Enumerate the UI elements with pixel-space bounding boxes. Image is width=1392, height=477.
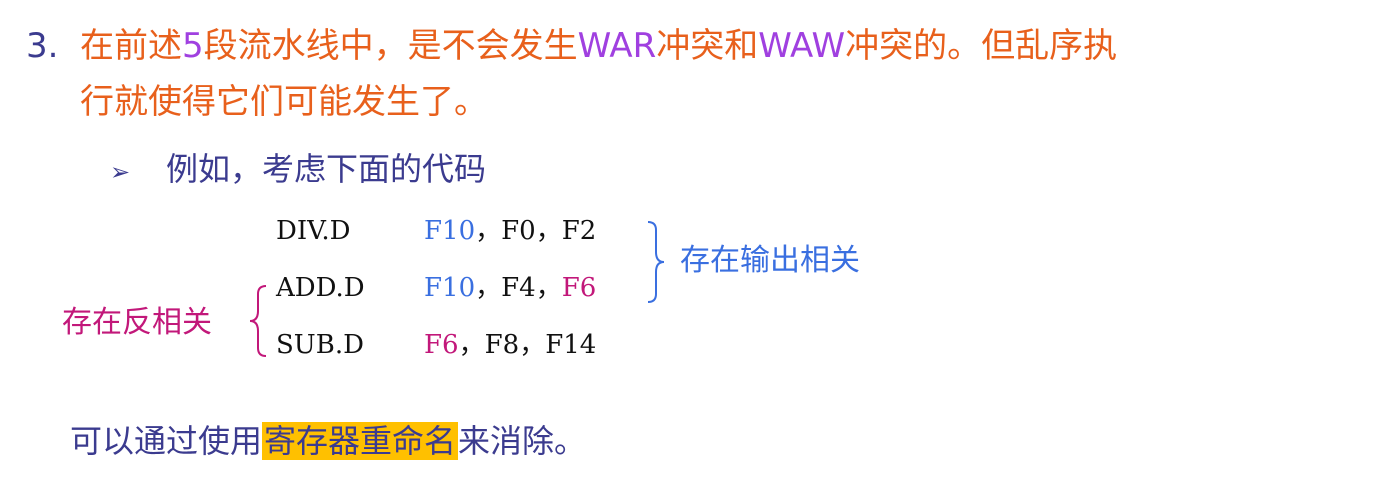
point-text-war: WAR xyxy=(577,26,657,66)
code-register: F0 xyxy=(501,216,536,246)
code-separator: ， xyxy=(535,216,562,246)
annotation-anti-dependence: 存在反相关 xyxy=(62,305,212,340)
code-register: F14 xyxy=(545,330,597,360)
code-separator: ， xyxy=(475,216,502,246)
point-text-segment: 在前述 xyxy=(80,26,182,66)
bottom-text-prefix: 可以通过使用 xyxy=(70,422,263,460)
point-number: 3. xyxy=(26,26,59,66)
code-line-add: ADD.D F10，F4，F6 xyxy=(276,270,596,306)
code-register: F2 xyxy=(561,216,597,246)
point-text-number: 5 xyxy=(182,26,204,66)
bullet-arrow-icon: ➢ xyxy=(110,158,131,186)
bottom-text-suffix: 来消除。 xyxy=(458,422,587,460)
code-register: F10 xyxy=(424,273,476,303)
code-register: F4 xyxy=(501,273,536,303)
code-register: F10 xyxy=(424,216,476,246)
point-line-2: 行就使得它们可能发生了。 xyxy=(80,82,488,122)
point-line-1: 在前述5段流水线中，是不会发生WAR冲突和WAW冲突的。但乱序执 xyxy=(80,22,1117,70)
point-text-segment: 段流水线中，是不会发生 xyxy=(203,26,578,66)
code-opcode: ADD.D xyxy=(276,273,365,303)
code-opcode: SUB.D xyxy=(276,330,364,360)
code-register: F6 xyxy=(561,273,597,303)
annotation-output-dependence: 存在输出相关 xyxy=(680,243,860,278)
slide: 3. 在前述5段流水线中，是不会发生WAR冲突和WAW冲突的。但乱序执 行就使得… xyxy=(0,0,1392,477)
bottom-statement: 可以通过使用寄存器重命名来消除。 xyxy=(70,418,586,464)
code-register: F6 xyxy=(424,330,459,360)
point-text-segment: 冲突的。但乱序执 xyxy=(845,26,1118,66)
code-separator: ， xyxy=(475,273,502,303)
left-brace-icon xyxy=(249,285,267,357)
sub-bullet: ➢ 例如，考虑下面的代码 xyxy=(110,146,486,195)
code-separator: ， xyxy=(519,330,546,360)
code-line-div: DIV.D F10，F0，F2 xyxy=(276,213,596,249)
code-opcode: DIV.D xyxy=(276,216,351,246)
code-separator: ， xyxy=(458,330,485,360)
right-brace-icon xyxy=(647,221,665,303)
point-text-waw: WAW xyxy=(758,26,846,66)
code-line-sub: SUB.D F6，F8，F14 xyxy=(276,327,596,363)
code-register: F8 xyxy=(484,330,520,360)
sub-bullet-text: 例如，考虑下面的代码 xyxy=(166,150,487,188)
highlighted-term: 寄存器重命名 xyxy=(262,422,459,460)
code-separator: ， xyxy=(535,273,562,303)
point-text-segment: 冲突和 xyxy=(656,26,759,66)
